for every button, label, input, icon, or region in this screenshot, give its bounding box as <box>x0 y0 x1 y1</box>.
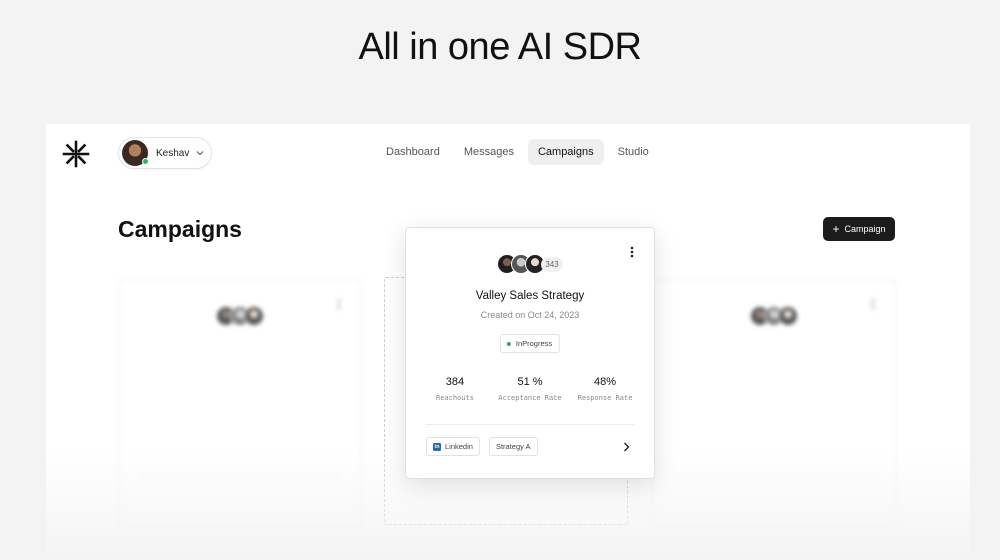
online-status-dot <box>142 158 149 165</box>
stat-acceptance-rate: 51 % Acceptance Rate <box>493 376 567 402</box>
stat-label: Acceptance Rate <box>498 394 562 402</box>
channel-label: Linkedin <box>445 442 473 451</box>
stat-label: Response Rate <box>577 394 633 402</box>
chevron-down-icon <box>196 151 204 156</box>
avatar <box>778 306 798 326</box>
campaign-stats: 384 Reachouts 51 % Acceptance Rate 48% R… <box>418 376 642 402</box>
app-window: Keshav Dashboard Messages Campaigns Stud… <box>46 124 970 560</box>
chevron-right-icon[interactable] <box>623 442 630 452</box>
main-nav: Dashboard Messages Campaigns Studio <box>376 139 659 165</box>
channel-tag[interactable]: in Linkedin <box>426 437 480 456</box>
tab-studio[interactable]: Studio <box>608 139 659 165</box>
stat-label: Reachouts <box>435 394 474 402</box>
stat-reachouts: 384 Reachouts <box>418 376 492 402</box>
page-title: Campaigns <box>118 216 242 242</box>
status-badge: InProgress <box>499 334 561 353</box>
status-label: InProgress <box>515 339 553 348</box>
stat-value: 384 <box>445 376 465 388</box>
stat-value: 51 % <box>517 376 543 388</box>
campaign-card[interactable]: 343 Valley Sales Strategy Created on Oct… <box>405 227 655 479</box>
card-avatars <box>119 306 361 326</box>
strategy-tag[interactable]: Strategy A <box>488 437 538 456</box>
strategy-label: Strategy A <box>495 442 531 451</box>
campaign-card-blurred-right[interactable] <box>652 279 896 527</box>
tab-campaigns[interactable]: Campaigns <box>527 139 604 165</box>
campaign-card-blurred-left[interactable] <box>118 279 362 527</box>
status-dot-icon <box>506 341 511 346</box>
card-tags: in Linkedin Strategy A <box>426 437 538 456</box>
card-divider <box>673 476 875 477</box>
avatar <box>122 140 149 166</box>
card-avatars <box>653 306 895 326</box>
card-divider <box>139 476 341 477</box>
more-vertical-icon[interactable] <box>630 246 634 258</box>
user-menu-button[interactable]: Keshav <box>118 137 212 169</box>
campaign-created-date: Created on Oct 24, 2023 <box>480 310 580 320</box>
avatar <box>244 306 264 326</box>
tab-dashboard[interactable]: Dashboard <box>376 139 450 165</box>
linkedin-icon: in <box>433 442 441 451</box>
user-name: Keshav <box>156 147 190 159</box>
more-vertical-icon <box>337 298 341 310</box>
campaign-title: Valley Sales Strategy <box>475 290 585 302</box>
tab-messages[interactable]: Messages <box>454 139 524 165</box>
hero-title: All in one AI SDR <box>358 26 642 68</box>
asterisk-logo-icon[interactable] <box>62 140 90 168</box>
card-divider <box>426 424 634 425</box>
new-campaign-button[interactable]: + Campaign <box>823 217 895 241</box>
stat-response-rate: 48% Response Rate <box>568 376 642 402</box>
card-avatars: 343 <box>406 254 654 274</box>
new-campaign-label: Campaign <box>844 224 886 234</box>
avatar-count: 343 <box>541 256 563 272</box>
stat-value: 48% <box>594 376 617 388</box>
more-vertical-icon <box>871 298 875 310</box>
plus-icon: + <box>832 222 840 236</box>
